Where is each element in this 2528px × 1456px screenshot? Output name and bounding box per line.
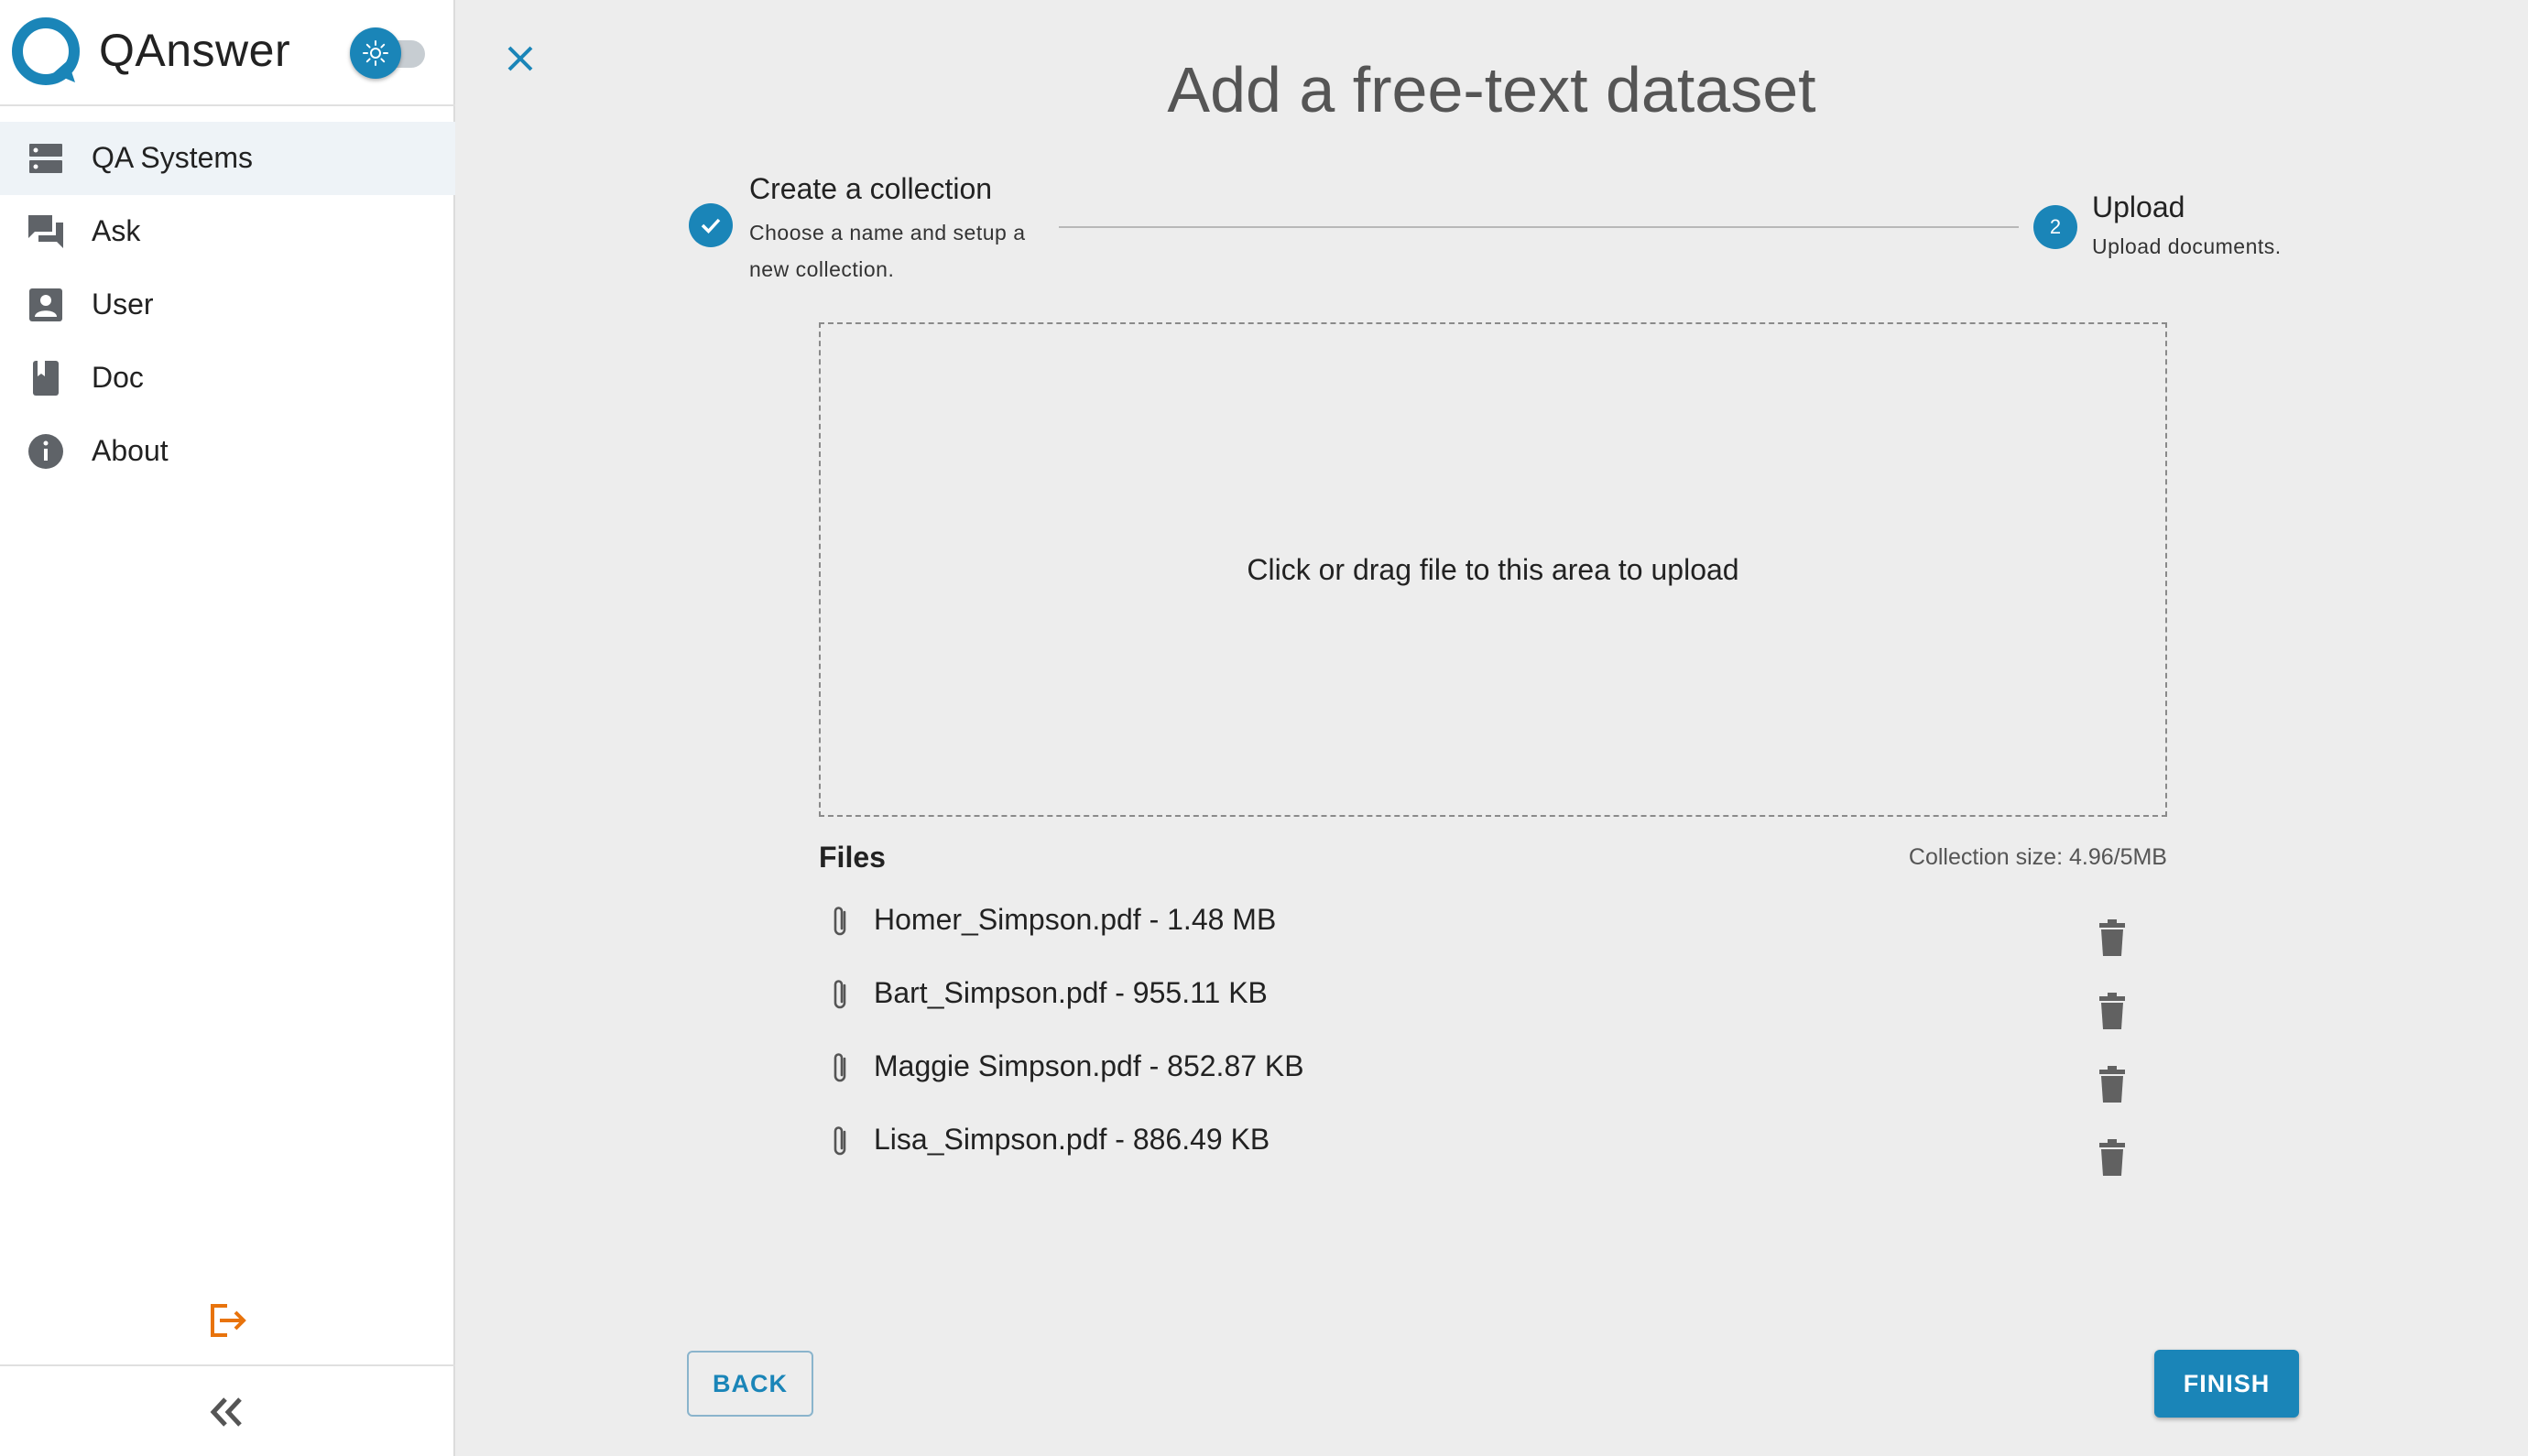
user-icon xyxy=(29,288,62,321)
info-icon xyxy=(28,434,63,469)
finish-button[interactable]: FINISH xyxy=(2154,1350,2299,1418)
paperclip-icon xyxy=(834,1053,846,1082)
sidebar-item-label: About xyxy=(92,434,169,467)
file-row: Bart_Simpson.pdf - 955.11 KB xyxy=(819,971,2167,1044)
sidebar-item-ask[interactable]: Ask xyxy=(0,195,455,268)
brand-header: QAnswer xyxy=(0,0,455,106)
file-name: Homer_Simpson.pdf - 1.48 MB xyxy=(874,903,1277,936)
sidebar-nav: QA Systems Ask User Doc About xyxy=(0,122,455,488)
sun-icon xyxy=(363,40,388,66)
step-2-title: Upload xyxy=(2092,190,2185,223)
step-completed-indicator xyxy=(689,203,733,247)
file-row: Homer_Simpson.pdf - 1.48 MB xyxy=(819,897,2167,971)
server-icon xyxy=(29,144,62,173)
step-1-title: Create a collection xyxy=(749,172,993,205)
sidebar-item-about[interactable]: About xyxy=(0,415,455,488)
app-name: QAnswer xyxy=(99,25,291,76)
collection-size: Collection size: 4.96/5MB xyxy=(1908,844,2167,870)
sidebar-item-label: User xyxy=(92,288,154,321)
upload-dropzone[interactable]: Click or drag file to this area to uploa… xyxy=(819,322,2167,817)
paperclip-icon xyxy=(834,907,846,936)
sidebar-item-qa-systems[interactable]: QA Systems xyxy=(0,122,455,195)
sidebar: QAnswer QA Systems Ask User Doc About xyxy=(0,0,455,1456)
delete-file-icon[interactable] xyxy=(2094,991,2130,1031)
file-name: Maggie Simpson.pdf - 852.87 KB xyxy=(874,1049,1304,1082)
sidebar-item-label: Doc xyxy=(92,361,144,394)
sidebar-item-user[interactable]: User xyxy=(0,268,455,342)
logout-icon[interactable] xyxy=(205,1298,249,1342)
delete-file-icon[interactable] xyxy=(2094,1064,2130,1104)
chat-icon xyxy=(28,215,63,248)
step-2-number: 2 xyxy=(2033,205,2077,249)
step-connector xyxy=(1059,226,2019,228)
theme-toggle[interactable] xyxy=(350,27,427,79)
sidebar-item-label: QA Systems xyxy=(92,141,254,174)
paperclip-icon xyxy=(834,980,846,1009)
sidebar-item-doc[interactable]: Doc xyxy=(0,342,455,415)
qanswer-logo-icon xyxy=(12,17,80,85)
double-chevron-left-icon[interactable] xyxy=(203,1390,251,1434)
sidebar-item-label: Ask xyxy=(92,214,141,247)
delete-file-icon[interactable] xyxy=(2094,1137,2130,1178)
toggle-thumb xyxy=(350,27,401,79)
file-row: Lisa_Simpson.pdf - 886.49 KB xyxy=(819,1117,2167,1190)
file-row: Maggie Simpson.pdf - 852.87 KB xyxy=(819,1044,2167,1117)
step-2-subtitle: Upload documents. xyxy=(2092,234,2282,258)
check-icon xyxy=(701,218,721,234)
sidebar-divider xyxy=(0,1364,455,1366)
file-name: Lisa_Simpson.pdf - 886.49 KB xyxy=(874,1123,1270,1156)
file-name: Bart_Simpson.pdf - 955.11 KB xyxy=(874,976,1268,1009)
dropzone-text: Click or drag file to this area to uploa… xyxy=(1247,553,1739,586)
delete-file-icon[interactable] xyxy=(2094,918,2130,958)
back-button[interactable]: BACK xyxy=(687,1351,813,1417)
files-heading: Files xyxy=(819,841,886,874)
step-1-subtitle: Choose a name and setup a new collection… xyxy=(749,221,1026,281)
book-icon xyxy=(33,361,59,396)
page-title: Add a free-text dataset xyxy=(1167,54,1816,125)
paperclip-icon xyxy=(834,1126,846,1156)
